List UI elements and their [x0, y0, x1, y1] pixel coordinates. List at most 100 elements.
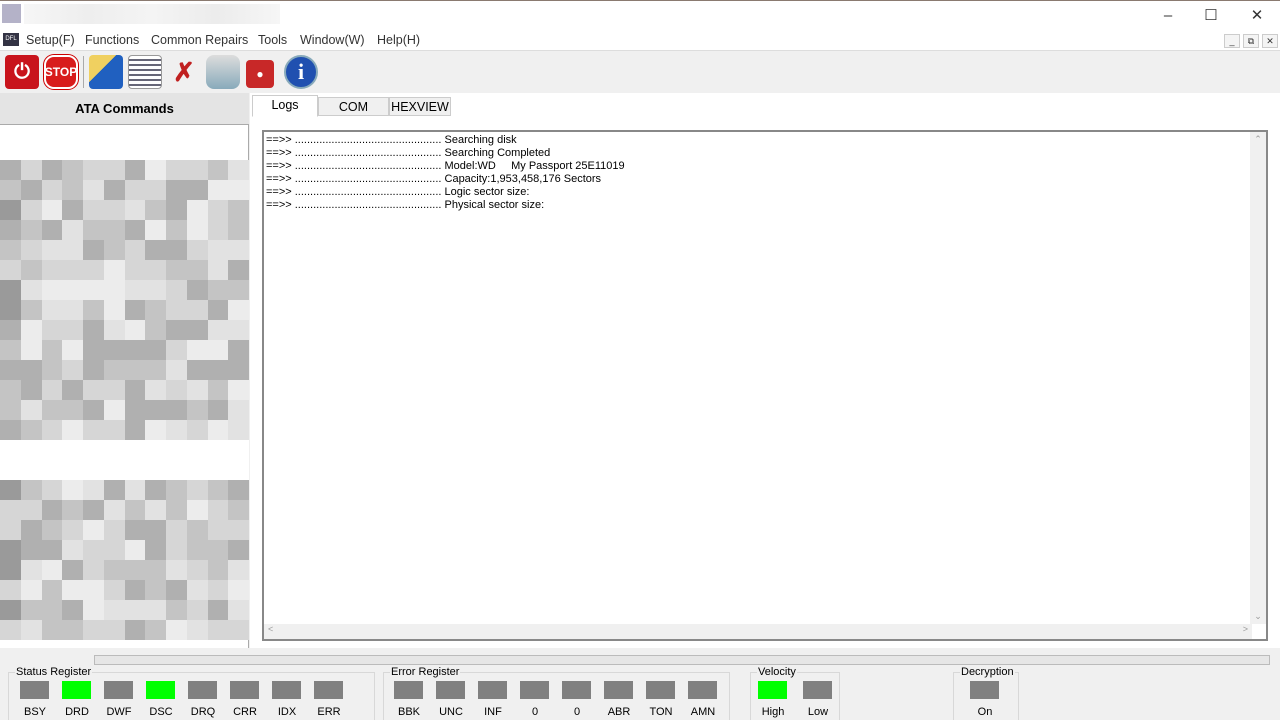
redacted-pixel	[83, 620, 104, 640]
error-register-led	[562, 681, 591, 699]
redacted-pixel	[124, 420, 146, 440]
redacted-pixel	[186, 280, 208, 300]
redacted-pixel	[124, 500, 146, 520]
redacted-pixel	[186, 580, 208, 600]
error-register-led	[394, 681, 423, 699]
led-label: IDX	[277, 706, 297, 718]
redacted-pixel	[83, 500, 104, 520]
redacted-pixel	[0, 300, 21, 320]
redacted-pixel	[62, 360, 83, 380]
mdi-restore-button[interactable]: ⧉	[1243, 34, 1259, 48]
redacted-pixel	[20, 300, 42, 320]
progress-bar	[94, 655, 1270, 665]
redacted-pixel	[145, 520, 166, 540]
horizontal-scrollbar[interactable]: < >	[264, 624, 1252, 639]
menu-common-repairs[interactable]: Common Repairs	[151, 33, 248, 47]
network-folder-icon[interactable]	[89, 55, 123, 89]
lock-icon[interactable]: ●	[246, 60, 274, 88]
redacted-pixel	[0, 400, 21, 420]
tab-logs[interactable]: Logs	[252, 95, 318, 117]
velocity-title: Velocity	[757, 666, 797, 678]
redacted-pixel	[62, 260, 83, 280]
redacted-pixel	[41, 180, 63, 200]
redacted-pixel	[41, 560, 63, 580]
menu-tools[interactable]: Tools	[258, 33, 287, 47]
mdi-close-button[interactable]: ✕	[1262, 34, 1278, 48]
power-icon[interactable]: ⏻	[5, 55, 39, 89]
redacted-pixel	[145, 380, 166, 400]
log-line: ==>> ...................................…	[266, 186, 530, 198]
redacted-pixel	[0, 440, 21, 460]
info-icon[interactable]: i	[284, 55, 318, 89]
redacted-pixel	[228, 380, 249, 400]
redacted-pixel	[166, 400, 187, 420]
redacted-pixel	[41, 520, 63, 540]
error-register-led	[520, 681, 549, 699]
vertical-scrollbar[interactable]: ⌃ ⌄	[1250, 132, 1266, 624]
redacted-pixel	[228, 340, 249, 360]
stop-icon[interactable]: STOP	[44, 55, 78, 89]
redacted-pixel	[186, 460, 208, 480]
status-register-led	[230, 681, 259, 699]
menu-window[interactable]: Window(W)	[300, 33, 365, 47]
redacted-pixel	[186, 500, 208, 520]
redacted-pixel	[124, 560, 146, 580]
redacted-pixel	[83, 520, 104, 540]
redacted-pixel	[41, 200, 63, 220]
error-register-led	[478, 681, 507, 699]
menu-setup[interactable]: Setup(F)	[26, 33, 75, 47]
disk-icon[interactable]	[206, 55, 240, 89]
redacted-pixel	[83, 220, 104, 240]
redacted-pixel	[166, 480, 187, 500]
list-icon[interactable]	[128, 55, 162, 89]
maximize-button[interactable]: ☐	[1188, 5, 1234, 27]
error-register-led	[688, 681, 717, 699]
velocity-led	[758, 681, 787, 699]
redacted-pixel	[20, 440, 42, 460]
led-label: ABR	[607, 706, 631, 718]
redacted-pixel	[186, 440, 208, 460]
redacted-pixel	[124, 600, 146, 620]
close-button[interactable]: ✕	[1234, 5, 1280, 27]
redacted-pixel	[0, 520, 21, 540]
led-label: DRD	[65, 706, 89, 718]
led-label: UNC	[439, 706, 463, 718]
status-register-led	[62, 681, 91, 699]
redacted-pixel	[62, 160, 83, 180]
led-label: CRR	[233, 706, 257, 718]
tools-icon[interactable]: ✗	[167, 55, 201, 89]
led-label: DWF	[106, 706, 132, 718]
redacted-pixel	[62, 180, 83, 200]
tab-com[interactable]: COM	[318, 97, 389, 116]
log-output[interactable]: ==>> ...................................…	[262, 130, 1268, 641]
doc-icon[interactable]: DFL	[3, 33, 19, 46]
menu-help[interactable]: Help(H)	[377, 33, 420, 47]
redacted-pixel	[103, 220, 125, 240]
minimize-button[interactable]: –	[1145, 5, 1191, 27]
redacted-pixel	[103, 380, 125, 400]
tab-hexview[interactable]: HEXVIEW	[389, 97, 451, 116]
redacted-pixel	[186, 560, 208, 580]
redacted-pixel	[83, 600, 104, 620]
redacted-pixel	[83, 460, 104, 480]
led-label: TON	[649, 706, 673, 718]
redacted-pixel	[20, 220, 42, 240]
redacted-pixel	[62, 200, 83, 220]
redacted-pixel	[103, 180, 125, 200]
status-register-led	[188, 681, 217, 699]
redacted-pixel	[83, 260, 104, 280]
redacted-pixel	[20, 240, 42, 260]
mdi-minimize-button[interactable]: _	[1224, 34, 1240, 48]
redacted-pixel	[207, 520, 229, 540]
redacted-pixel	[103, 480, 125, 500]
redacted-pixel	[62, 240, 83, 260]
redacted-pixel	[62, 440, 83, 460]
redacted-pixel	[83, 340, 104, 360]
redacted-pixel	[166, 620, 187, 640]
redacted-pixel	[83, 560, 104, 580]
redacted-pixel	[83, 420, 104, 440]
redacted-pixel	[207, 560, 229, 580]
menu-functions[interactable]: Functions	[85, 33, 139, 47]
led-label: 0	[573, 706, 581, 718]
status-register-led	[146, 681, 175, 699]
